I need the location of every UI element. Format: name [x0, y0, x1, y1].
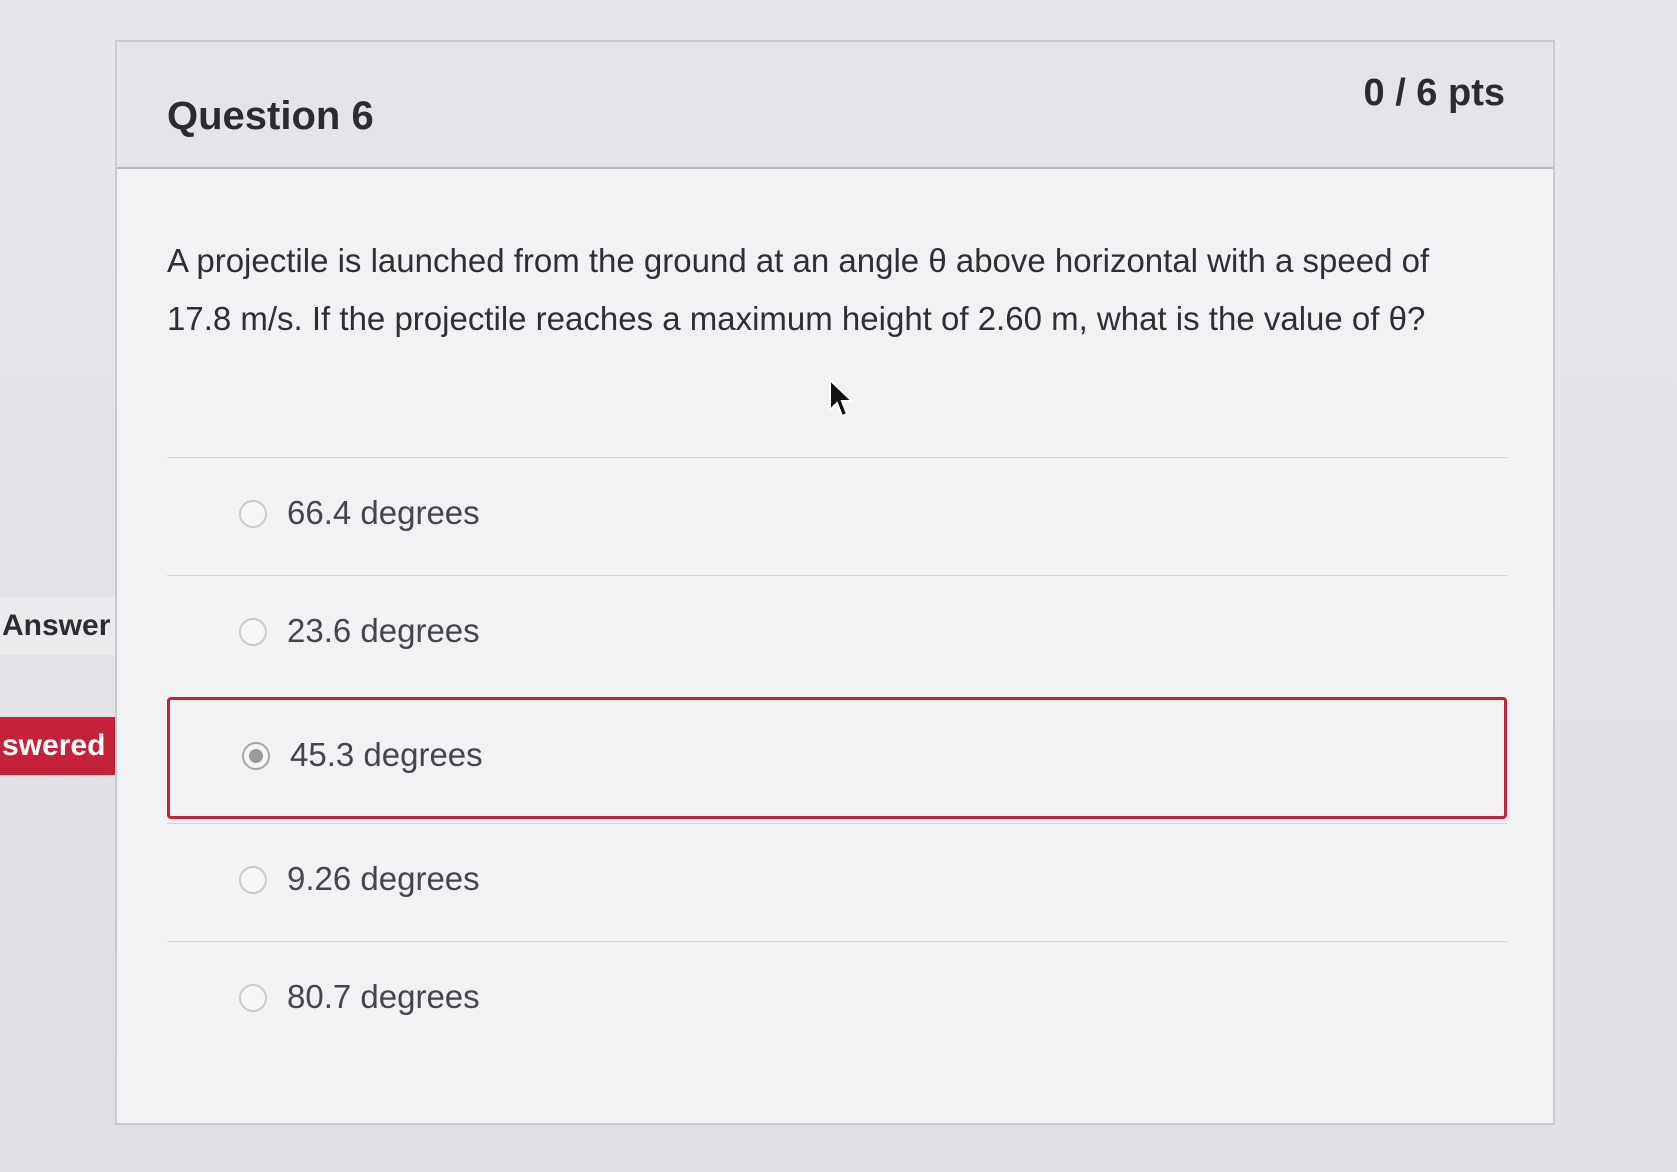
answer-label: 80.7 degrees	[287, 978, 480, 1015]
mouse-cursor-icon	[829, 378, 855, 418]
question-title: Question 6	[167, 94, 374, 138]
radio-button-icon[interactable]	[239, 500, 267, 528]
answer-label: 45.3 degrees	[290, 736, 483, 773]
question-header: Question 6 0 / 6 pts	[117, 42, 1553, 169]
answer-option[interactable]: 80.7 degrees	[167, 941, 1507, 1059]
screen: Answer swered Question 6 0 / 6 pts A pro…	[0, 0, 1677, 1172]
radio-button-checked-icon[interactable]	[242, 742, 270, 770]
question-card: Question 6 0 / 6 pts A projectile is lau…	[115, 40, 1555, 1125]
radio-button-icon[interactable]	[239, 618, 267, 646]
answer-option[interactable]: 66.4 degrees	[167, 457, 1507, 575]
points-score: 0 / 6 pts	[1363, 72, 1506, 114]
answer-list: 66.4 degrees 23.6 degrees 45.3 degrees 9…	[167, 457, 1507, 1059]
answer-option-selected[interactable]: 45.3 degrees	[167, 697, 1507, 819]
answer-option[interactable]: 23.6 degrees	[167, 575, 1507, 693]
answer-label: 9.26 degrees	[287, 860, 480, 897]
question-text: A projectile is launched from the ground…	[167, 242, 1430, 337]
radio-button-icon[interactable]	[239, 984, 267, 1012]
answer-label: 23.6 degrees	[287, 612, 480, 649]
radio-button-icon[interactable]	[239, 866, 267, 894]
answer-option[interactable]: 9.26 degrees	[167, 823, 1507, 941]
answer-label: 66.4 degrees	[287, 494, 480, 531]
